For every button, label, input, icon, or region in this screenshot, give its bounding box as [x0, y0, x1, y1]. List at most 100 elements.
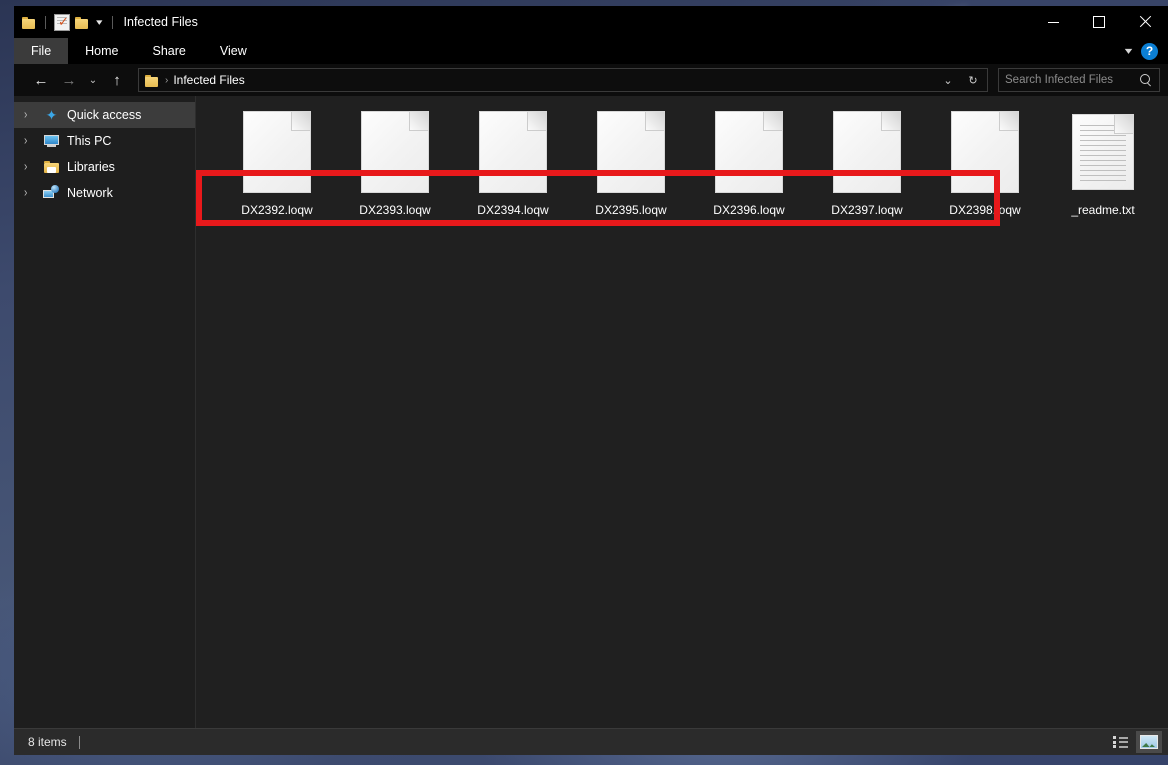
recent-locations-chevron-icon[interactable]: ⌄ [84, 67, 102, 93]
tab-view[interactable]: View [203, 38, 264, 64]
large-icons-view-button[interactable] [1136, 731, 1162, 753]
sidebar-item-label: This PC [67, 134, 112, 148]
properties-icon[interactable]: ✓ [54, 13, 70, 31]
close-button[interactable] [1122, 6, 1168, 38]
list-item[interactable]: DX2395.loqw [572, 106, 690, 217]
file-name-label: _readme.txt [1071, 203, 1135, 217]
new-folder-icon[interactable] [75, 16, 90, 29]
list-item[interactable]: DX2392.loqw [218, 106, 336, 217]
expand-chevron-icon[interactable]: › [24, 108, 36, 122]
ribbon-tab-strip: File Home Share View ▾ ? [14, 38, 1168, 64]
tab-share[interactable]: Share [136, 38, 203, 64]
computer-icon [43, 133, 60, 149]
file-icon-grid: DX2392.loqw DX2393.loqw DX2394.loqw DX23… [196, 96, 1168, 217]
tab-home[interactable]: Home [68, 38, 135, 64]
minimize-button[interactable] [1030, 6, 1076, 38]
search-box[interactable]: Search Infected Files [998, 68, 1160, 92]
title-bar: ✓ ▾ Infected Files [14, 6, 1168, 38]
window-controls [1030, 6, 1168, 38]
toolbar-divider [45, 15, 46, 29]
list-item[interactable]: DX2394.loqw [454, 106, 572, 217]
text-file-icon [1073, 115, 1133, 189]
generic-file-icon [834, 112, 900, 192]
address-folder-icon [145, 74, 160, 87]
list-item[interactable]: DX2397.loqw [808, 106, 926, 217]
forward-button[interactable]: → [56, 67, 82, 93]
file-page-fold [291, 112, 310, 131]
list-item[interactable]: DX2396.loqw [690, 106, 808, 217]
tab-file[interactable]: File [14, 38, 69, 64]
close-icon [1139, 16, 1151, 28]
details-view-icon [1113, 736, 1129, 748]
status-bar: 8 items [14, 728, 1168, 755]
breadcrumb-current-folder[interactable]: Infected Files [173, 73, 244, 87]
file-page-fold [881, 112, 900, 131]
generic-file-icon [952, 112, 1018, 192]
navigation-bar: ← → ⌄ ↑ › Infected Files ⌄ ↻ Search Infe… [14, 64, 1168, 96]
help-button[interactable]: ? [1141, 42, 1158, 60]
file-page-fold [1114, 115, 1133, 134]
maximize-icon [1093, 16, 1105, 28]
titlebar-drag-region[interactable] [198, 6, 1030, 38]
star-icon: ✦ [45, 107, 58, 123]
file-name-label: DX2394.loqw [477, 203, 549, 217]
ribbon-right-controls: ▾ ? [1125, 38, 1168, 64]
generic-file-icon [480, 112, 546, 192]
refresh-icon[interactable]: ↻ [963, 70, 983, 90]
file-page-fold [763, 112, 782, 131]
expand-chevron-icon[interactable]: › [24, 134, 36, 148]
file-name-label: DX2398.loqw [949, 203, 1021, 217]
address-bar[interactable]: › Infected Files ⌄ ↻ [138, 68, 988, 92]
customize-chevron-icon[interactable]: ▾ [93, 17, 105, 27]
up-button[interactable]: ↑ [104, 67, 130, 93]
sidebar-item-label: Libraries [67, 160, 115, 174]
back-button[interactable]: ← [28, 67, 54, 93]
list-item[interactable]: DX2398.loqw [926, 106, 1044, 217]
search-input[interactable]: Search Infected Files [1005, 74, 1140, 86]
file-page-fold [999, 112, 1018, 131]
maximize-button[interactable] [1076, 6, 1122, 38]
expand-ribbon-chevron-icon[interactable]: ▾ [1125, 46, 1133, 57]
address-dropdown-icon[interactable]: ⌄ [938, 70, 958, 90]
expand-chevron-icon[interactable]: › [24, 186, 36, 200]
large-icons-view-icon [1140, 735, 1158, 749]
file-page-fold [527, 112, 546, 131]
status-divider [78, 735, 80, 749]
quick-access-toolbar: ✓ ▾ [14, 6, 116, 38]
file-name-label: DX2392.loqw [241, 203, 313, 217]
file-page-fold [645, 112, 664, 131]
navigation-pane: › ✦ Quick access › This PC › Libraries ›… [14, 96, 196, 728]
list-item[interactable]: DX2393.loqw [336, 106, 454, 217]
properties-icon-check: ✓ [58, 13, 69, 29]
libraries-icon-book [47, 167, 56, 173]
folder-icon[interactable] [22, 16, 37, 29]
ribbon-spacer [264, 38, 1126, 64]
file-list-pane[interactable]: DX2392.loqw DX2393.loqw DX2394.loqw DX23… [196, 96, 1168, 728]
sidebar-item-this-pc[interactable]: › This PC [14, 128, 195, 154]
breadcrumb-separator-icon: › [165, 74, 169, 86]
network-icon [43, 185, 60, 201]
sidebar-item-network[interactable]: › Network [14, 180, 195, 206]
sidebar-item-label: Quick access [67, 108, 142, 122]
generic-file-icon [598, 112, 664, 192]
generic-file-icon [244, 112, 310, 192]
file-name-label: DX2393.loqw [359, 203, 431, 217]
details-view-button[interactable] [1108, 731, 1134, 753]
item-count-label: 8 items [28, 735, 67, 749]
sidebar-item-libraries[interactable]: › Libraries [14, 154, 195, 180]
generic-file-icon [716, 112, 782, 192]
toolbar-divider [111, 15, 113, 29]
minimize-icon [1047, 21, 1059, 23]
file-name-label: DX2395.loqw [595, 203, 667, 217]
list-item[interactable]: _readme.txt [1044, 106, 1162, 217]
file-name-label: DX2397.loqw [831, 203, 903, 217]
window-body: › ✦ Quick access › This PC › Libraries ›… [14, 96, 1168, 728]
generic-file-icon [362, 112, 428, 192]
expand-chevron-icon[interactable]: › [24, 160, 36, 174]
file-name-label: DX2396.loqw [713, 203, 785, 217]
sidebar-item-label: Network [67, 186, 113, 200]
search-icon[interactable] [1140, 73, 1153, 87]
file-page-fold [409, 112, 428, 131]
window-title: Infected Files [123, 15, 198, 29]
sidebar-item-quick-access[interactable]: › ✦ Quick access [14, 102, 195, 128]
